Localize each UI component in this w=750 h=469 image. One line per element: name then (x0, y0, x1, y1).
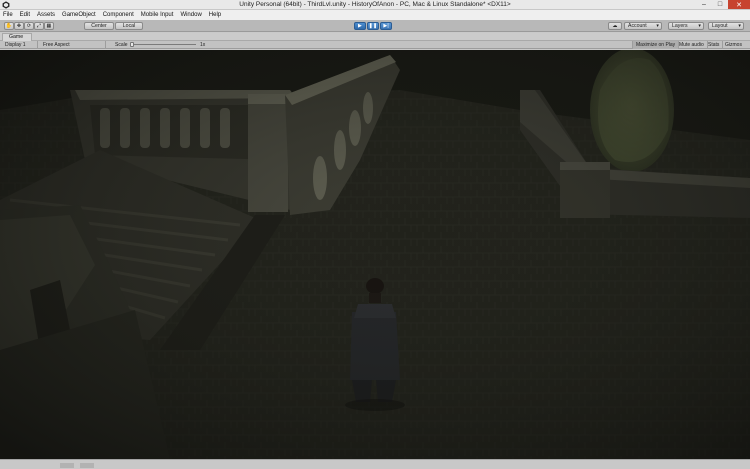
status-block (60, 463, 74, 468)
scene-render (0, 50, 750, 459)
menu-bar: File Edit Assets GameObject Component Mo… (0, 10, 750, 20)
menu-component[interactable]: Component (103, 12, 134, 18)
display-label: Display 1 (5, 42, 26, 48)
minimize-button[interactable]: – (696, 0, 712, 9)
menu-edit[interactable]: Edit (20, 12, 30, 18)
game-tab-bar: Game (0, 33, 750, 41)
scale-tool-icon[interactable]: ⤢ (34, 22, 44, 30)
pivot-local-toggle[interactable]: Local (115, 22, 143, 30)
main-toolbar: ✋ ✥ ⟳ ⤢ ▦ Center Local ▶ ❚❚ ▶| ☁ Account… (0, 20, 750, 32)
scale-label: Scale (115, 42, 128, 48)
aspect-label: Free Aspect (43, 42, 70, 48)
menu-mobile-input[interactable]: Mobile Input (141, 12, 174, 18)
maximize-button[interactable]: □ (712, 0, 728, 9)
scale-slider[interactable] (130, 42, 196, 47)
scale-slider-handle[interactable] (130, 42, 134, 47)
stats-toggle[interactable]: Stats (705, 41, 724, 49)
menu-help[interactable]: Help (209, 12, 221, 18)
account-dropdown[interactable]: Account ▾ (624, 22, 662, 30)
cloud-icon[interactable]: ☁ (608, 22, 622, 30)
maximize-on-play-toggle[interactable]: Maximize on Play (632, 41, 680, 49)
chevron-down-icon: ▾ (738, 23, 741, 29)
mute-audio-toggle[interactable]: Mute audio (676, 41, 708, 49)
menu-gameobject[interactable]: GameObject (62, 12, 96, 18)
pause-icon[interactable]: ❚❚ (367, 22, 379, 30)
game-viewport[interactable] (0, 50, 750, 459)
pivot-center-toggle[interactable]: Center (84, 22, 114, 30)
step-icon[interactable]: ▶| (380, 22, 392, 30)
menu-window[interactable]: Window (180, 12, 201, 18)
chevron-down-icon: ▾ (698, 23, 701, 29)
rotate-tool-icon[interactable]: ⟳ (24, 22, 34, 30)
hand-tool-icon[interactable]: ✋ (4, 22, 14, 30)
layout-dropdown[interactable]: Layout ▾ (708, 22, 744, 30)
status-bar (0, 459, 750, 469)
window-title-bar: Unity Personal (64bit) - ThirdLvl.unity … (0, 0, 750, 10)
close-button[interactable]: ✕ (728, 0, 750, 9)
scale-value: 1x (200, 42, 206, 48)
menu-file[interactable]: File (3, 12, 13, 18)
status-block (80, 463, 94, 468)
account-label: Account (628, 23, 647, 29)
layout-label: Layout (712, 23, 728, 29)
tab-game[interactable]: Game (2, 33, 33, 41)
play-icon[interactable]: ▶ (354, 22, 366, 30)
move-tool-icon[interactable]: ✥ (14, 22, 24, 30)
layers-label: Layers (672, 23, 688, 29)
gizmos-dropdown[interactable]: Gizmos (722, 41, 745, 49)
layers-dropdown[interactable]: Layers ▾ (668, 22, 704, 30)
game-view-toolbar: Display 1 Free Aspect Scale 1x Maximize … (0, 41, 750, 49)
chevron-down-icon: ▾ (656, 23, 659, 29)
window-title: Unity Personal (64bit) - ThirdLvl.unity … (239, 1, 511, 8)
menu-assets[interactable]: Assets (37, 12, 55, 18)
display-dropdown[interactable]: Display 1 (2, 41, 38, 49)
aspect-dropdown[interactable]: Free Aspect (40, 41, 106, 49)
rect-tool-icon[interactable]: ▦ (44, 22, 54, 30)
